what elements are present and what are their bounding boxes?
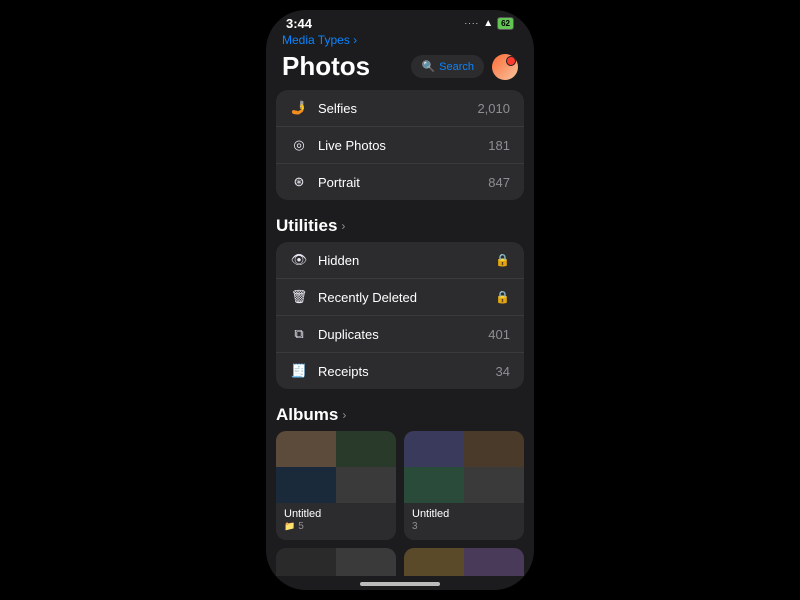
thumb-cell <box>336 548 396 576</box>
album-card-untitled1[interactable]: Untitled 📁 5 <box>276 431 396 540</box>
header-row: Photos 🔍 Search <box>266 51 534 90</box>
trash-icon: 🗑 <box>290 289 308 305</box>
avatar[interactable] <box>492 54 518 80</box>
deleted-lock-icon: 🔒 <box>495 290 510 304</box>
scroll-content: 🤳 Selfies 2,010 ◎ Live Photos 181 ⊛ Port… <box>266 90 534 576</box>
albums-heading-row[interactable]: Albums › <box>266 405 534 431</box>
album-info: Untitled 📁 5 <box>276 503 396 540</box>
thumb-cell <box>276 548 336 576</box>
selfies-label: Selfies <box>318 101 477 116</box>
album-thumb-untitled1 <box>276 431 396 503</box>
list-item-recently-deleted[interactable]: 🗑 Recently Deleted 🔒 <box>276 279 524 316</box>
phone-frame: 3:44 ···· ▲ 62 Media Types › Photos 🔍 Se… <box>266 10 534 590</box>
thumb-cell <box>336 431 396 467</box>
album-count-row: 3 <box>412 521 516 532</box>
duplicates-icon: ⧉ <box>290 326 308 342</box>
list-item-hidden[interactable]: 👁 Hidden 🔒 <box>276 242 524 279</box>
live-photos-icon: ◎ <box>290 137 308 153</box>
utilities-heading-row[interactable]: Utilities › <box>266 216 534 242</box>
thumb-cell <box>464 548 524 576</box>
duplicates-count: 401 <box>488 327 510 342</box>
thumb-cell <box>276 431 336 467</box>
album-name: Untitled <box>412 508 516 520</box>
thumb-cell <box>404 467 464 503</box>
battery-badge: 62 <box>497 17 514 30</box>
receipts-label: Receipts <box>318 364 496 379</box>
portrait-label: Portrait <box>318 175 488 190</box>
list-item-receipts[interactable]: 🧾 Receipts 34 <box>276 353 524 389</box>
thumb-cell <box>276 467 336 503</box>
album-count: 5 <box>298 521 304 532</box>
duplicates-label: Duplicates <box>318 327 488 342</box>
album-thumb-pinterest <box>404 548 524 576</box>
status-icons: ···· ▲ 62 <box>465 17 514 30</box>
list-item-duplicates[interactable]: ⧉ Duplicates 401 <box>276 316 524 353</box>
album-count-row: 📁 5 <box>284 521 388 532</box>
live-photos-count: 181 <box>488 138 510 153</box>
recently-deleted-label: Recently Deleted <box>318 290 495 305</box>
signal-dots: ···· <box>465 19 480 28</box>
albums-heading: Albums <box>276 405 338 425</box>
status-bar: 3:44 ···· ▲ 62 <box>266 10 534 33</box>
thumb-cell <box>464 431 524 467</box>
page-title: Photos <box>282 51 370 82</box>
breadcrumb[interactable]: Media Types › <box>266 33 534 51</box>
album-info: Untitled 3 <box>404 503 524 540</box>
album-card-k[interactable]: k <box>276 548 396 576</box>
list-item-live-photos[interactable]: ◎ Live Photos 181 <box>276 127 524 164</box>
portrait-icon: ⊛ <box>290 174 308 190</box>
utilities-chevron-icon: › <box>341 219 345 233</box>
hidden-label: Hidden <box>318 253 495 268</box>
thumb-cell <box>464 467 524 503</box>
header-actions: 🔍 Search <box>411 54 518 80</box>
hidden-icon: 👁 <box>290 252 308 268</box>
list-item-portrait[interactable]: ⊛ Portrait 847 <box>276 164 524 200</box>
utilities-section-card: 👁 Hidden 🔒 🗑 Recently Deleted 🔒 ⧉ Duplic… <box>276 242 524 389</box>
thumb-cell <box>404 548 464 576</box>
receipts-icon: 🧾 <box>290 363 308 379</box>
live-photos-label: Live Photos <box>318 138 488 153</box>
album-name: Untitled <box>284 508 388 520</box>
selfies-icon: 🤳 <box>290 100 308 116</box>
folder-icon: 📁 <box>284 521 295 532</box>
scroll-indicator <box>360 582 440 586</box>
list-item-selfies[interactable]: 🤳 Selfies 2,010 <box>276 90 524 127</box>
receipts-count: 34 <box>496 364 510 379</box>
thumb-cell <box>404 431 464 467</box>
utilities-heading: Utilities <box>276 216 337 236</box>
selfies-count: 2,010 <box>477 101 510 116</box>
search-button[interactable]: 🔍 Search <box>411 55 484 78</box>
album-card-pinterest[interactable]: Pinterest 212 <box>404 548 524 576</box>
hidden-lock-icon: 🔒 <box>495 253 510 267</box>
search-icon: 🔍 <box>421 60 435 73</box>
album-count: 3 <box>412 521 418 532</box>
wifi-icon: ▲ <box>483 18 493 29</box>
photos-section-card: 🤳 Selfies 2,010 ◎ Live Photos 181 ⊛ Port… <box>276 90 524 200</box>
thumb-cell <box>336 467 396 503</box>
albums-chevron-icon: › <box>342 408 346 422</box>
album-thumb-untitled2 <box>404 431 524 503</box>
album-card-untitled2[interactable]: Untitled 3 <box>404 431 524 540</box>
portrait-count: 847 <box>488 175 510 190</box>
status-time: 3:44 <box>286 16 312 31</box>
albums-grid: Untitled 📁 5 <box>266 431 534 576</box>
album-thumb-k <box>276 548 396 576</box>
